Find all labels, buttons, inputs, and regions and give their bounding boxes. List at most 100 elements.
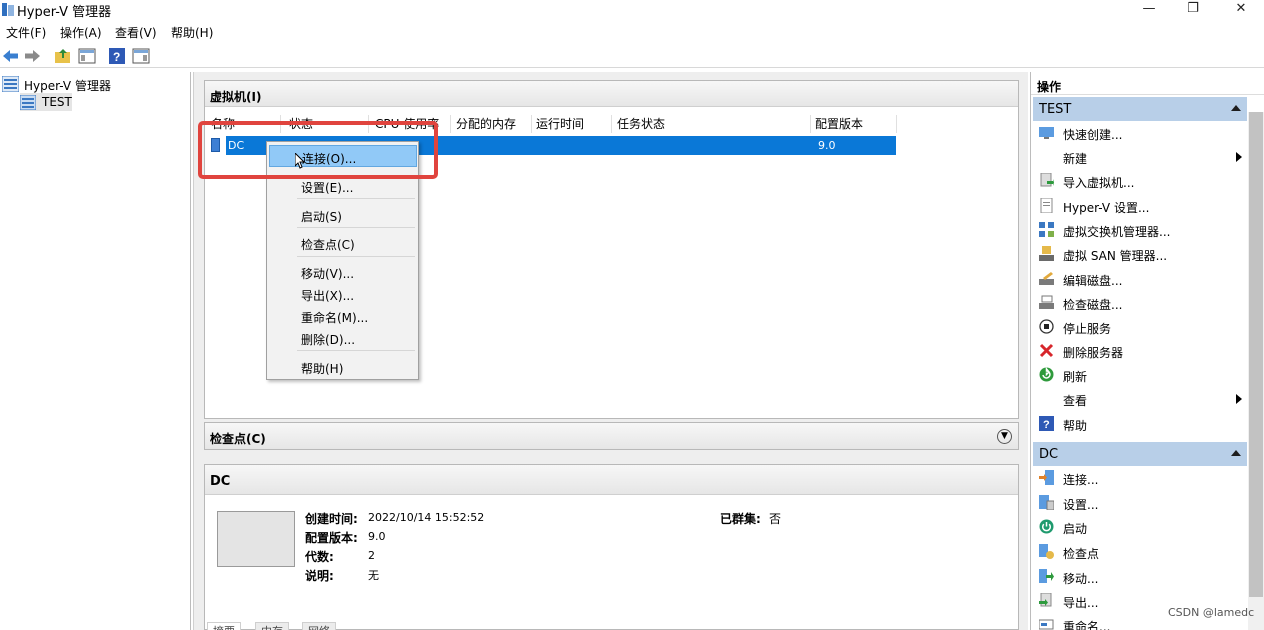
menu-item-export[interactable]: 导出(X)... <box>269 283 417 305</box>
menu-item-label: 导出(X)... <box>301 289 355 303</box>
notes-value: 无 <box>368 569 379 582</box>
menu-action[interactable]: 操作(A) <box>60 24 102 41</box>
vm-settings-icon <box>1039 495 1054 510</box>
menu-item-rename[interactable]: 重命名(M)... <box>269 305 417 327</box>
col-memory[interactable]: 分配的内存 <box>452 115 532 133</box>
menu-help[interactable]: 帮助(H) <box>171 24 213 41</box>
hyperv-manager-icon <box>2 76 19 92</box>
tab-summary[interactable]: 摘要 <box>207 622 241 630</box>
action-import-vm[interactable]: 导入虚拟机... <box>1035 171 1245 191</box>
back-icon[interactable] <box>2 47 20 65</box>
action-help[interactable]: ? 帮助 <box>1035 414 1245 434</box>
action-start[interactable]: 启动 <box>1035 517 1245 537</box>
created-label: 创建时间: <box>305 512 358 526</box>
menu-item-label: 重命名(M)... <box>301 311 369 325</box>
menu-bar: 文件(F) 操作(A) 查看(V) 帮助(H) <box>0 22 1264 42</box>
edit-disk-icon <box>1039 272 1054 285</box>
action-quick-create[interactable]: 快速创建... <box>1035 123 1245 143</box>
tab-memory[interactable]: 内存 <box>255 622 289 630</box>
show-hide-tree-icon[interactable] <box>78 47 96 65</box>
tree-item-server-test[interactable]: TEST <box>20 93 72 111</box>
menu-view[interactable]: 查看(V) <box>115 24 157 41</box>
action-vm-settings[interactable]: 设置... <box>1035 493 1245 513</box>
menu-separator <box>297 227 415 228</box>
tree-root-label: Hyper-V 管理器 <box>24 79 111 93</box>
menu-item-move[interactable]: 移动(V)... <box>269 261 417 283</box>
section-title: DC <box>1039 447 1059 462</box>
actions-section-vm[interactable]: DC <box>1033 442 1247 466</box>
tab-network[interactable]: 网络 <box>302 622 336 630</box>
restore-button[interactable]: ❐ <box>1170 0 1216 20</box>
detail-panel-title: DC <box>205 465 1018 495</box>
vm-panel-title: 虚拟机(I) <box>205 81 1018 107</box>
section-title: TEST <box>1039 102 1072 117</box>
action-hyperv-settings[interactable]: Hyper-V 设置... <box>1035 196 1245 216</box>
watermark-text: CSDN @lamedc <box>1168 606 1255 619</box>
col-task-status[interactable]: 任务状态 <box>613 115 811 133</box>
connect-icon <box>1039 470 1054 485</box>
close-button[interactable]: ✕ <box>1218 0 1264 20</box>
actions-title: 操作 <box>1031 72 1264 95</box>
scrollbar-thumb[interactable] <box>1249 112 1263 597</box>
menu-separator <box>297 256 415 257</box>
move-icon <box>1039 569 1054 583</box>
vm-thumbnail[interactable] <box>217 511 295 567</box>
forward-icon[interactable] <box>23 47 41 65</box>
inspect-disk-icon <box>1039 295 1054 309</box>
action-remove-server[interactable]: 删除服务器 <box>1035 341 1245 361</box>
tree-item-hyperv-manager[interactable]: Hyper-V 管理器 <box>2 75 188 93</box>
action-stop-service[interactable]: 停止服务 <box>1035 317 1245 337</box>
help-icon[interactable]: ? <box>108 47 126 65</box>
help-icon: ? <box>1039 416 1054 431</box>
created-value: 2022/10/14 15:52:52 <box>368 511 485 524</box>
navigation-tree: Hyper-V 管理器 TEST <box>0 72 191 630</box>
minimize-button[interactable]: — <box>1126 0 1172 20</box>
vm-version: 9.0 <box>818 139 836 152</box>
action-virtual-switch-manager[interactable]: 虚拟交换机管理器... <box>1035 220 1245 240</box>
action-new[interactable]: 新建 <box>1035 147 1245 167</box>
menu-item-label: 移动(V)... <box>301 267 355 281</box>
action-move[interactable]: 移动... <box>1035 567 1245 587</box>
show-action-pane-icon[interactable] <box>132 47 150 65</box>
actions-section-server[interactable]: TEST <box>1033 97 1247 121</box>
notes-label: 说明: <box>305 569 334 583</box>
action-inspect-disk[interactable]: 检查磁盘... <box>1035 293 1245 313</box>
actions-scrollbar[interactable] <box>1248 112 1264 630</box>
menu-item-help[interactable]: 帮助(H) <box>269 356 417 378</box>
collapse-icon[interactable]: ▼ <box>997 429 1012 444</box>
checkpoint-panel-title: 检查点(C) <box>205 423 1018 449</box>
action-edit-disk[interactable]: 编辑磁盘... <box>1035 269 1245 289</box>
menu-item-label: 帮助(H) <box>301 362 344 376</box>
server-label: TEST <box>42 95 72 109</box>
menu-file[interactable]: 文件(F) <box>6 24 46 41</box>
menu-item-start[interactable]: 启动(S) <box>269 204 417 226</box>
action-refresh[interactable]: 刷新 <box>1035 365 1245 385</box>
action-view[interactable]: 查看 <box>1035 389 1245 409</box>
quick-create-icon <box>1039 127 1054 139</box>
submenu-arrow-icon <box>1236 394 1242 404</box>
toolbar: ? <box>0 44 1264 68</box>
menu-separator <box>297 198 415 199</box>
menu-item-delete[interactable]: 删除(D)... <box>269 327 417 349</box>
import-vm-icon <box>1040 173 1054 187</box>
up-folder-icon[interactable] <box>54 47 72 65</box>
generation-value: 2 <box>368 549 375 562</box>
delete-x-icon <box>1039 343 1054 358</box>
collapse-caret-icon[interactable] <box>1231 105 1241 111</box>
action-connect[interactable]: 连接... <box>1035 468 1245 488</box>
action-virtual-san-manager[interactable]: 虚拟 SAN 管理器... <box>1035 244 1245 264</box>
checkpoint-icon <box>1039 544 1054 559</box>
mouse-cursor-icon <box>295 153 305 169</box>
submenu-arrow-icon <box>1236 152 1242 162</box>
settings-page-icon <box>1040 198 1053 213</box>
collapse-caret-icon[interactable] <box>1231 450 1241 456</box>
rename-icon <box>1039 619 1054 630</box>
action-checkpoint[interactable]: 检查点 <box>1035 542 1245 562</box>
clustered-value: 否 <box>769 512 782 526</box>
col-config-version[interactable]: 配置版本 <box>811 115 897 133</box>
vm-detail-panel: DC 创建时间: 2022/10/14 15:52:52 配置版本: 9.0 代… <box>204 464 1019 630</box>
menu-item-checkpoint[interactable]: 检查点(C) <box>269 232 417 254</box>
start-power-icon <box>1039 519 1054 534</box>
col-uptime[interactable]: 运行时间 <box>532 115 612 133</box>
menu-item-label: 删除(D)... <box>301 333 356 347</box>
